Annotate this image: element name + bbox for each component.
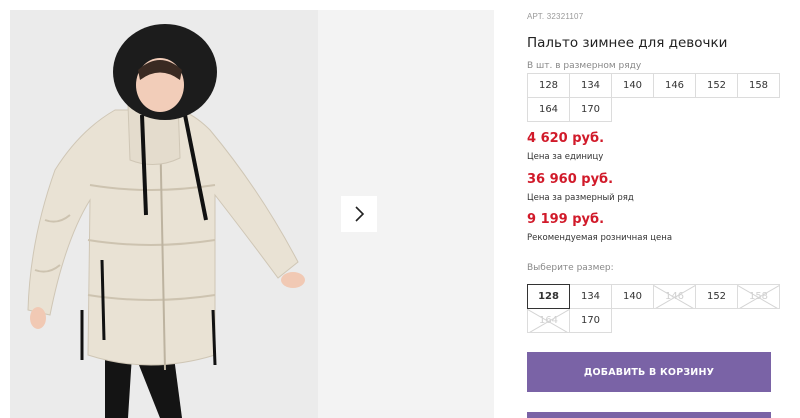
- size-row-grid: 128 134 140 146 152 158 164 170: [527, 73, 780, 122]
- size-option-unavailable: 158: [737, 284, 780, 309]
- row-price: 36 960 руб.: [527, 172, 614, 187]
- row-price-label: Цена за размерный ряд: [527, 193, 634, 203]
- size-row-cell: 128: [527, 73, 570, 98]
- unit-price: 4 620 руб.: [527, 131, 605, 146]
- product-title: Пальто зимнее для девочки: [527, 35, 728, 51]
- product-image[interactable]: [10, 10, 318, 418]
- size-picker-caption: Выберите размер:: [527, 263, 614, 273]
- size-option[interactable]: 140: [611, 284, 654, 309]
- size-row-cell: 170: [569, 97, 612, 122]
- size-row-cell: 134: [569, 73, 612, 98]
- size-picker-grid: 128 134 140 146 152 158 164 170: [527, 284, 780, 333]
- retail-price: 9 199 руб.: [527, 212, 605, 227]
- size-row-cell: 146: [653, 73, 696, 98]
- retail-price-label: Рекомендуемая розничная цена: [527, 233, 673, 243]
- size-option-selected[interactable]: 128: [527, 284, 570, 309]
- add-to-cart-button[interactable]: ДОБАВИТЬ В КОРЗИНУ: [527, 352, 771, 392]
- size-option-unavailable: 164: [527, 308, 570, 333]
- size-row-cell: 152: [695, 73, 738, 98]
- size-row-cell: 158: [737, 73, 780, 98]
- size-option-unavailable: 146: [653, 284, 696, 309]
- size-row-cell: 140: [611, 73, 654, 98]
- size-option[interactable]: 152: [695, 284, 738, 309]
- product-photo: [10, 10, 318, 418]
- unit-price-label: Цена за единицу: [527, 152, 604, 162]
- size-row-caption: В шт. в размерном ряду: [527, 61, 642, 71]
- chevron-right-icon: [355, 206, 365, 222]
- size-option[interactable]: 170: [569, 308, 612, 333]
- article-number: АРТ. 32321107: [527, 12, 584, 21]
- secondary-button[interactable]: [527, 412, 771, 418]
- gallery-next-button[interactable]: [341, 196, 377, 232]
- size-option[interactable]: 134: [569, 284, 612, 309]
- size-row-cell: 164: [527, 97, 570, 122]
